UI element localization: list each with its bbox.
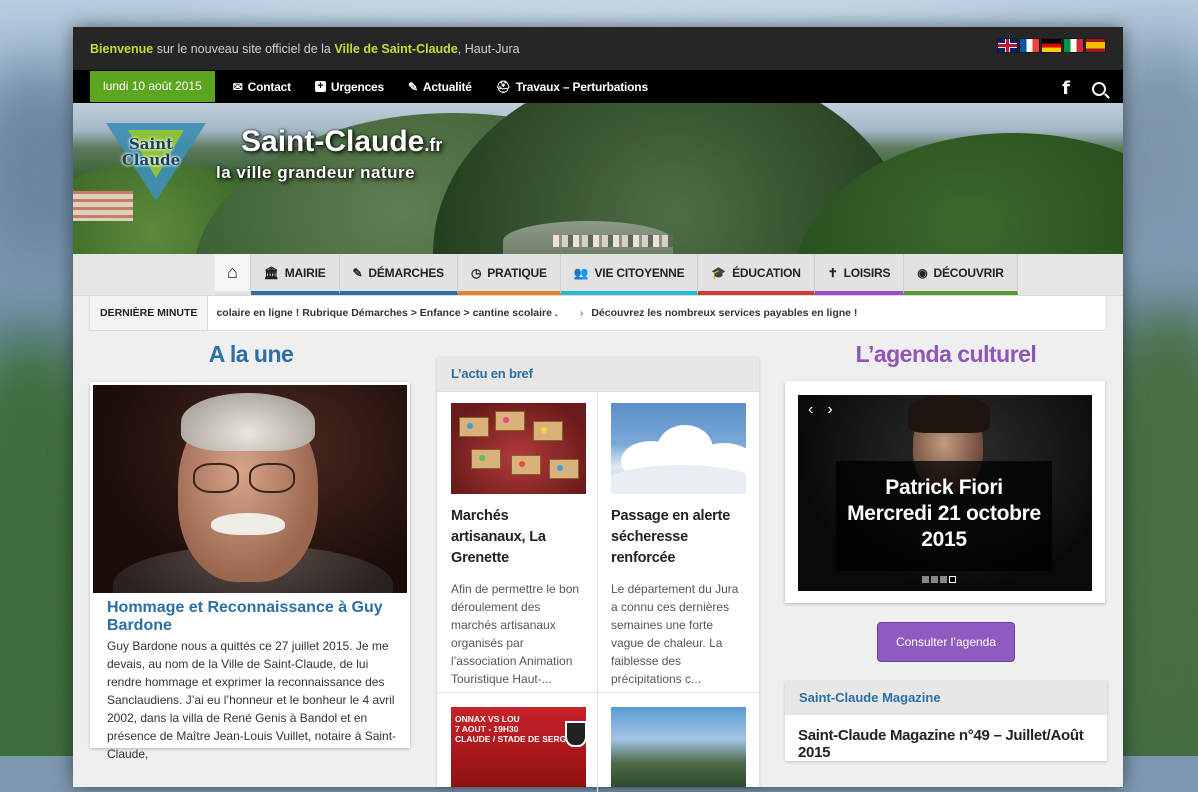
language-selector <box>998 39 1105 52</box>
agenda-slider: ‹› Patrick Fiori Mercredi 21 octobre 201… <box>785 381 1105 603</box>
news-title[interactable]: Passage en alerte sécheresse renforcée <box>611 506 746 569</box>
news-excerpt: Afin de permettre le bon déroulement des… <box>451 582 580 686</box>
logo-text: Saint Claude <box>121 135 181 169</box>
agenda-column: L’agenda culturel ‹› Patrick Fiori Mercr… <box>785 326 1107 761</box>
users-icon: 👥 <box>573 265 589 280</box>
news-article[interactable]: Passage en alerte sécheresse renforcée L… <box>611 403 746 688</box>
site-title: Saint-Claude.fr <box>241 125 443 158</box>
nav-item-vie-citoyenne[interactable]: 👥 VIE CITOYENNE <box>560 254 699 295</box>
home-icon: ⌂ <box>227 262 238 282</box>
ticker-label: DERNIÈRE MINUTE <box>90 296 209 330</box>
news-thumbnail[interactable] <box>611 403 746 494</box>
slider-dot[interactable] <box>931 576 938 583</box>
facebook-icon[interactable]: f <box>1062 78 1070 99</box>
envelope-icon: ✉ <box>232 79 243 94</box>
poster-text: ONNAX VS LOU 7 AOUT - 19H30 CLAUDE / STA… <box>455 714 579 744</box>
home-button[interactable]: ⌂ <box>215 254 251 295</box>
german-flag-icon[interactable] <box>1042 39 1061 52</box>
consult-agenda-button[interactable]: Consulter l’agenda <box>877 622 1015 662</box>
magazine-heading: Saint-Claude Magazine <box>785 681 1107 715</box>
nav-item-pratique[interactable]: ◷ PRATIQUE <box>457 254 561 295</box>
nav-item-mairie[interactable]: 🏛 MAIRIE <box>250 254 340 295</box>
site-logo[interactable]: Saint Claude <box>106 118 206 201</box>
news-thumbnail[interactable]: ONNAX VS LOU 7 AOUT - 19H30 CLAUDE / STA… <box>451 707 586 787</box>
news-thumbnail[interactable] <box>451 403 586 494</box>
agenda-slide[interactable]: ‹› Patrick Fiori Mercredi 21 octobre 201… <box>798 395 1092 591</box>
nav-item-demarches[interactable]: ✎ DÉMARCHES <box>339 254 458 295</box>
italian-flag-icon[interactable] <box>1064 39 1083 52</box>
person-icon: ✝ <box>827 265 838 280</box>
travaux-link[interactable]: ⛑ Travaux – Perturbations <box>496 80 648 94</box>
plus-square-icon: + <box>314 81 326 92</box>
slider-prev-icon[interactable]: ‹ <box>808 401 827 418</box>
magazine-box: Saint-Claude Magazine Saint-Claude Magaz… <box>785 681 1107 761</box>
eye-icon: ◉ <box>917 265 928 280</box>
slider-dots <box>922 576 956 583</box>
graduation-cap-icon: 🎓 <box>711 265 727 280</box>
pencil-icon: ✎ <box>408 79 418 94</box>
slider-dot[interactable] <box>922 576 929 583</box>
news-article[interactable]: Marchés artisanaux, La Grenette Afin de … <box>451 403 586 688</box>
chevron-right-icon: › <box>579 307 584 319</box>
news-heading: L’actu en bref <box>437 357 759 392</box>
magazine-title[interactable]: Saint-Claude Magazine n°49 – Juillet/Aoû… <box>785 715 1107 761</box>
clock-icon: ◷ <box>470 265 482 280</box>
urgences-link[interactable]: + Urgences <box>314 80 384 94</box>
featured-column: A la une Hommage et Reconnaissance à Guy… <box>90 326 412 761</box>
news-title[interactable]: Marchés artisanaux, La Grenette <box>451 506 586 569</box>
nav-item-loisirs[interactable]: ✝ LOISIRS <box>814 254 905 295</box>
news-excerpt: Le département du Jura a connu ces derni… <box>611 582 739 686</box>
news-thumbnail[interactable] <box>611 707 746 787</box>
ticker-item[interactable]: Découvrez les nombreux services payables… <box>591 307 857 319</box>
slide-caption[interactable]: Patrick Fiori Mercredi 21 octobre 2015 <box>836 475 1052 553</box>
french-flag-icon[interactable] <box>1020 39 1039 52</box>
header-banner: Saint Claude Saint-Claude.fr la ville gr… <box>73 103 1123 254</box>
welcome-bar: Bienvenue sur le nouveau site officiel d… <box>73 27 1123 70</box>
nav-item-decouvrir[interactable]: ◉ DÉCOUVRIR <box>904 254 1018 295</box>
featured-title[interactable]: Hommage et Reconnaissance à Guy Bardone <box>107 599 387 635</box>
actualite-link[interactable]: ✎ Actualité <box>408 80 472 94</box>
pencil-icon: ✎ <box>352 265 363 280</box>
current-date: lundi 10 août 2015 <box>90 71 215 102</box>
english-flag-icon[interactable] <box>998 39 1017 52</box>
shield-icon <box>565 721 586 747</box>
nav-item-education[interactable]: 🎓 ÉDUCATION <box>698 254 815 295</box>
featured-heading: A la une <box>208 341 294 367</box>
building-icon: 🏛 <box>263 265 279 280</box>
news-box: L’actu en bref Marchés artisanaux, La Gr… <box>437 357 759 792</box>
featured-photo[interactable] <box>93 385 407 593</box>
agenda-heading: L’agenda culturel <box>855 341 1037 367</box>
featured-excerpt: Guy Bardone nous a quittés ce 27 juillet… <box>107 639 397 761</box>
slider-dot[interactable] <box>940 576 947 583</box>
search-icon[interactable] <box>1092 81 1106 96</box>
top-navigation: lundi 10 août 2015 ✉ Contact + Urgences … <box>73 70 1123 103</box>
featured-article[interactable]: Hommage et Reconnaissance à Guy Bardone … <box>90 382 410 761</box>
slider-dot[interactable] <box>949 576 956 583</box>
ticker-item[interactable]: colaire en ligne ! Rubrique Démarches > … <box>216 307 557 319</box>
welcome-message: Bienvenue sur le nouveau site officiel d… <box>90 41 520 56</box>
spanish-flag-icon[interactable] <box>1086 39 1105 52</box>
worker-icon: ⛑ <box>495 79 511 94</box>
slider-next-icon[interactable]: › <box>827 401 846 418</box>
contact-link[interactable]: ✉ Contact <box>233 80 291 94</box>
main-navigation: ⌂ 🏛 MAIRIE ✎ DÉMARCHES ◷ PRATIQUE 👥 VIE … <box>73 254 1123 296</box>
site-tagline: la ville grandeur nature <box>216 163 416 182</box>
